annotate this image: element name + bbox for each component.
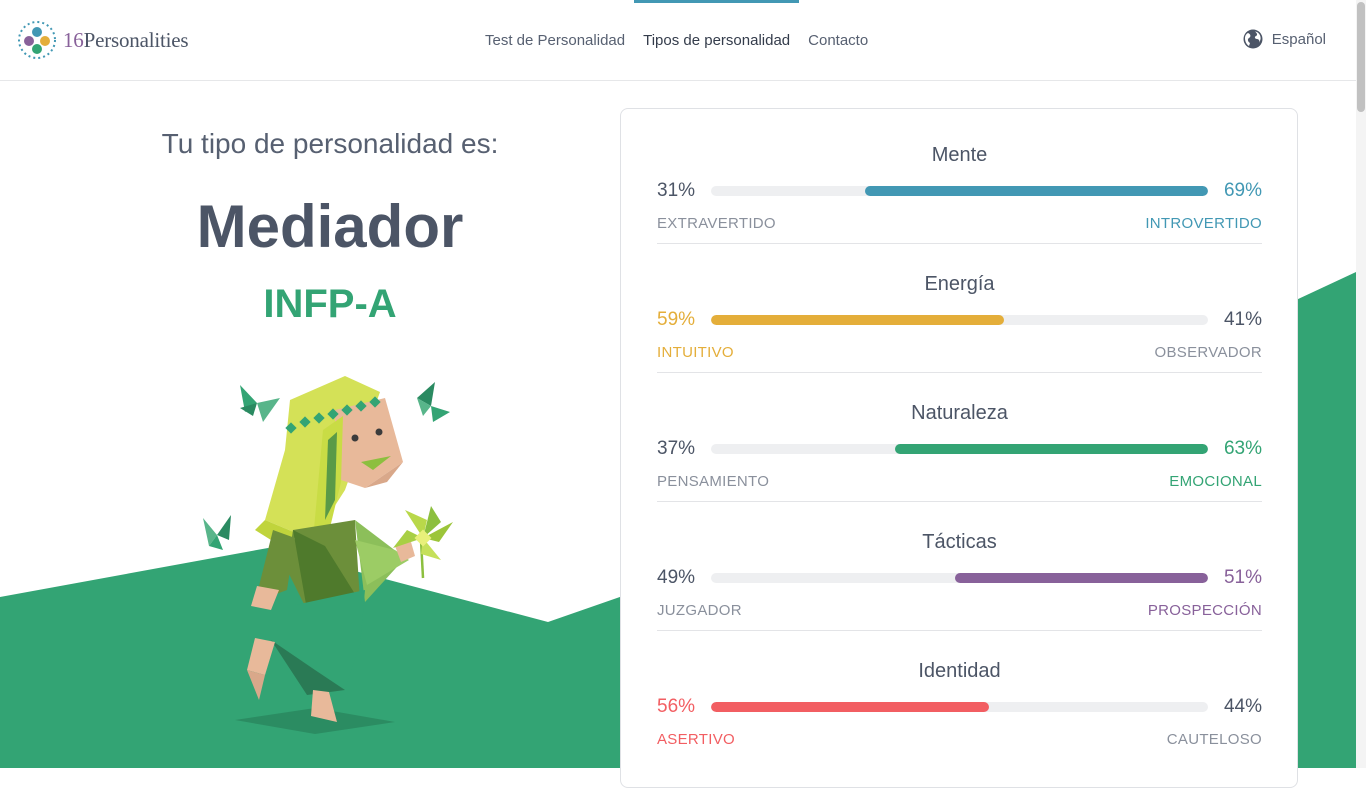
trait-row[interactable]: Energía 59% 41% INTUITIVO OBSERVADOR [657,238,1262,373]
traits-card: Mente 31% 69% EXTRAVERTIDO INTROVERTIDO Energ… [620,108,1298,788]
trait-right-label: CAUTELOSO [1166,731,1262,748]
trait-row[interactable]: Tácticas 49% 51% JUZGADOR PROSPECCIÓN [657,496,1262,631]
personality-type-name: Mediador [196,193,464,260]
trait-right-label: EMOCIONAL [1169,473,1262,490]
trait-title: Tácticas [922,531,997,553]
scrollbar-thumb[interactable] [1357,2,1365,112]
trait-left-label: JUZGADOR [657,602,742,619]
trait-bar [711,573,1208,583]
main-nav: Test de Personalidad Tipos de personalid… [476,0,877,80]
trait-row[interactable]: Mente 31% 69% EXTRAVERTIDO INTROVERTIDO [657,109,1262,244]
trait-left-percent: 56% [657,696,696,717]
trait-left-label: INTUITIVO [657,344,734,361]
trait-bar-fill [865,186,1208,196]
nav-contact[interactable]: Contacto [799,0,877,80]
butterfly-icon [203,515,231,550]
trait-right-percent: 44% [1223,696,1262,717]
site-header: 16Personalities Test de Personalidad Tip… [0,0,1356,81]
trait-bar [711,186,1208,196]
trait-right-label: PROSPECCIÓN [1147,602,1262,619]
trait-bar-fill [711,315,1005,325]
trait-right-percent: 63% [1223,438,1262,459]
butterfly-icon [417,382,450,422]
trait-right-label: INTROVERTIDO [1145,215,1262,232]
trait-left-percent: 49% [657,567,696,588]
site-logo[interactable]: 16Personalities [17,20,189,60]
trait-bar [711,315,1208,325]
trait-bar-fill [894,444,1208,454]
logo-wordmark: 16Personalities [63,27,189,53]
trait-right-label: OBSERVADOR [1154,344,1262,361]
butterfly-icon [240,385,280,422]
trait-title: Mente [931,144,988,166]
result-intro: Tu tipo de personalidad es: [161,128,499,159]
trait-left-percent: 59% [657,309,696,330]
trait-title: Energía [924,273,995,295]
trait-left-percent: 37% [657,438,696,459]
language-label: Español [1271,30,1326,48]
logo-label: Personalities [83,27,189,52]
logo-dots-icon [18,21,56,59]
nav-personality-test[interactable]: Test de Personalidad [476,0,634,80]
trait-right-percent: 69% [1223,180,1262,201]
globe-icon [1243,29,1263,49]
logo-number: 16 [63,27,84,52]
trait-left-label: EXTRAVERTIDO [657,215,776,232]
trait-left-label: PENSAMIENTO [657,473,770,490]
trait-bar [711,444,1208,454]
personality-type-code: INFP-A [263,282,397,326]
trait-row[interactable]: Identidad 56% 44% ASERTIVO CAUTELOSO [657,625,1262,754]
language-selector[interactable]: Español [1243,29,1326,49]
trait-left-percent: 31% [657,180,696,201]
trait-bar-fill [711,702,990,712]
nav-personality-types[interactable]: Tipos de personalidad [634,0,800,80]
trait-row[interactable]: Naturaleza 37% 63% PENSAMIENTO EMOCIONAL [657,367,1262,502]
page-scrollbar[interactable] [1356,0,1366,768]
mediator-illustration [203,376,453,734]
trait-right-percent: 51% [1223,567,1262,588]
trait-bar-fill [954,573,1208,583]
trait-bar [711,702,1208,712]
trait-title: Naturaleza [911,402,1008,424]
trait-right-percent: 41% [1223,309,1262,330]
trait-title: Identidad [918,660,1001,682]
trait-left-label: ASERTIVO [657,731,735,748]
